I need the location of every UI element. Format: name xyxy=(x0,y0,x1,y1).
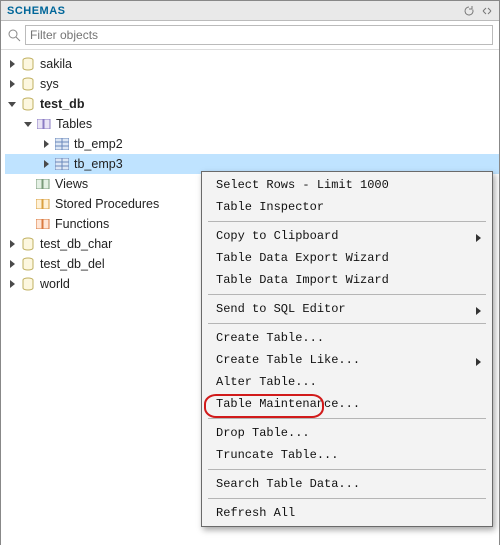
menu-item-refresh-all[interactable]: Refresh All xyxy=(202,502,492,524)
menu-item-label: Create Table... xyxy=(216,331,482,345)
menu-separator xyxy=(208,323,486,324)
views-icon xyxy=(35,176,51,192)
menu-item-label: Drop Table... xyxy=(216,426,482,440)
menu-item-create-table-like[interactable]: Create Table Like... xyxy=(202,349,492,371)
menu-item-label: Refresh All xyxy=(216,506,482,520)
menu-item-truncate-table[interactable]: Truncate Table... xyxy=(202,444,492,466)
menu-item-label: Truncate Table... xyxy=(216,448,482,462)
database-icon xyxy=(20,76,36,92)
tree-db-sakila[interactable]: sakila xyxy=(5,54,499,74)
menu-item-label: Copy to Clipboard xyxy=(216,229,468,243)
panel-title: SCHEMAS xyxy=(7,5,66,17)
table-icon xyxy=(54,136,70,152)
schemas-panel: SCHEMAS sakila xyxy=(0,0,500,545)
tree-label: sys xyxy=(40,77,59,91)
menu-item-search-table-data[interactable]: Search Table Data... xyxy=(202,473,492,495)
menu-item-label: Table Data Export Wizard xyxy=(216,251,482,265)
menu-separator xyxy=(208,418,486,419)
stored-procedures-icon xyxy=(35,196,51,212)
menu-separator xyxy=(208,498,486,499)
menu-item-import-wizard[interactable]: Table Data Import Wizard xyxy=(202,269,492,291)
expand-icon[interactable] xyxy=(7,279,17,289)
menu-item-label: Table Inspector xyxy=(216,200,482,214)
database-icon xyxy=(20,276,36,292)
menu-item-table-maintenance[interactable]: Table Maintenance... xyxy=(202,393,492,415)
expand-icon[interactable] xyxy=(41,159,51,169)
expand-panel-icon[interactable] xyxy=(481,5,493,17)
menu-item-alter-table[interactable]: Alter Table... xyxy=(202,371,492,393)
expand-icon[interactable] xyxy=(7,59,17,69)
menu-item-export-wizard[interactable]: Table Data Export Wizard xyxy=(202,247,492,269)
menu-item-drop-table[interactable]: Drop Table... xyxy=(202,422,492,444)
tree-label: Views xyxy=(55,177,88,191)
expand-icon[interactable] xyxy=(7,239,17,249)
tree-db-test-db[interactable]: test_db xyxy=(5,94,499,114)
submenu-arrow-icon xyxy=(474,232,482,240)
tree-label: sakila xyxy=(40,57,72,71)
search-icon xyxy=(7,28,21,42)
functions-icon xyxy=(35,216,51,232)
database-icon xyxy=(20,96,36,112)
menu-item-copy-clipboard[interactable]: Copy to Clipboard xyxy=(202,225,492,247)
collapse-icon[interactable] xyxy=(7,99,17,109)
database-icon xyxy=(20,256,36,272)
menu-item-label: Select Rows - Limit 1000 xyxy=(216,178,482,192)
table-context-menu: Select Rows - Limit 1000 Table Inspector… xyxy=(201,171,493,527)
filter-objects-input[interactable] xyxy=(25,25,493,45)
submenu-arrow-icon xyxy=(474,305,482,313)
expand-icon[interactable] xyxy=(7,259,17,269)
menu-item-label: Alter Table... xyxy=(216,375,482,389)
table-icon xyxy=(54,156,70,172)
tree-label: test_db_char xyxy=(40,237,112,251)
menu-item-send-sql-editor[interactable]: Send to SQL Editor xyxy=(202,298,492,320)
menu-item-label: Table Data Import Wizard xyxy=(216,273,482,287)
tree-label: Functions xyxy=(55,217,109,231)
submenu-arrow-icon xyxy=(474,356,482,364)
tree-label: test_db_del xyxy=(40,257,105,271)
tree-db-sys[interactable]: sys xyxy=(5,74,499,94)
menu-item-table-inspector[interactable]: Table Inspector xyxy=(202,196,492,218)
collapse-icon[interactable] xyxy=(23,119,33,129)
menu-separator xyxy=(208,221,486,222)
refresh-icon[interactable] xyxy=(463,5,475,17)
menu-item-label: Table Maintenance... xyxy=(216,397,482,411)
menu-item-label: Search Table Data... xyxy=(216,477,482,491)
menu-item-create-table[interactable]: Create Table... xyxy=(202,327,492,349)
database-icon xyxy=(20,236,36,252)
expand-icon[interactable] xyxy=(41,139,51,149)
tree-label: tb_emp2 xyxy=(74,137,123,151)
tree-label: test_db xyxy=(40,97,84,111)
filter-row xyxy=(1,21,499,50)
database-icon xyxy=(20,56,36,72)
menu-separator xyxy=(208,294,486,295)
folder-icon xyxy=(36,116,52,132)
tree-table-tb-emp2[interactable]: tb_emp2 xyxy=(5,134,499,154)
menu-separator xyxy=(208,469,486,470)
tree-label: tb_emp3 xyxy=(74,157,123,171)
menu-item-label: Send to SQL Editor xyxy=(216,302,468,316)
panel-header: SCHEMAS xyxy=(1,1,499,21)
tree-label: Stored Procedures xyxy=(55,197,159,211)
tree-label: Tables xyxy=(56,117,92,131)
menu-item-select-rows[interactable]: Select Rows - Limit 1000 xyxy=(202,174,492,196)
tree-label: world xyxy=(40,277,70,291)
tree-tables-folder[interactable]: Tables xyxy=(5,114,499,134)
expand-icon[interactable] xyxy=(7,79,17,89)
menu-item-label: Create Table Like... xyxy=(216,353,468,367)
